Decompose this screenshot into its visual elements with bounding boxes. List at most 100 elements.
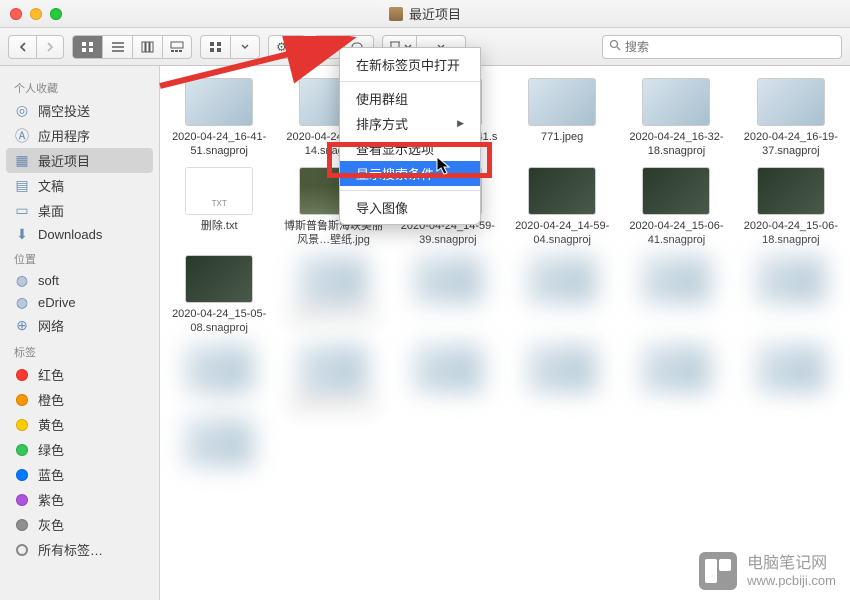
sidebar-item-label: 灰色	[38, 515, 64, 534]
sidebar-header-favorites: 个人收藏	[0, 74, 159, 98]
sidebar-item-docs[interactable]: ▤文稿	[0, 173, 159, 198]
sidebar-tag[interactable]: 红色	[0, 362, 159, 387]
menu-item-label: 使用群组	[356, 89, 408, 108]
file-item[interactable]: 771.jpeg	[507, 78, 617, 159]
group-segment	[200, 35, 260, 59]
sidebar-item-edrive[interactable]: ◍eDrive	[0, 291, 159, 313]
file-item[interactable]: 2020-04-24_14-4	[278, 255, 388, 336]
menu-item[interactable]: 导入图像	[340, 195, 480, 220]
file-item[interactable]: 2020-04-24_16-41-51.snagproj	[164, 78, 274, 159]
file-item[interactable]: 0	[164, 344, 274, 410]
column-view-button[interactable]	[132, 35, 162, 59]
menu-item-label: 显示搜索条件	[356, 164, 434, 183]
sidebar-header-tags: 标签	[0, 338, 159, 362]
sidebar-item-label: 文稿	[38, 176, 64, 195]
file-item[interactable]	[621, 255, 731, 336]
file-item[interactable]	[621, 344, 731, 410]
sidebar-item-label: 隔空投送	[38, 101, 90, 120]
file-thumbnail	[642, 167, 710, 215]
sidebar-tag[interactable]: 灰色	[0, 512, 159, 537]
file-item[interactable]	[164, 418, 274, 470]
tag-dot-icon	[14, 367, 30, 383]
file-item[interactable]: TXT删除.txt	[164, 167, 274, 248]
menu-item[interactable]: 使用群组	[340, 86, 480, 111]
close-icon[interactable]	[10, 8, 22, 20]
watermark: 电脑笔记网 www.pcbiji.com	[699, 552, 836, 590]
sidebar: 个人收藏 ◎隔空投送Ⓐ应用程序▦最近项目▤文稿▭桌面⬇Downloads 位置 …	[0, 66, 160, 600]
file-name-label: 771.jpeg	[541, 130, 583, 144]
sidebar-tag[interactable]: 蓝色	[0, 462, 159, 487]
group-dropdown-button[interactable]	[230, 35, 260, 59]
file-item[interactable]: 2020-04-24_14-59-04.snagproj	[507, 167, 617, 248]
file-item[interactable]: 2020-04-24_16-32-18.snagproj	[621, 78, 731, 159]
gallery-view-button[interactable]	[162, 35, 192, 59]
minimize-icon[interactable]	[30, 8, 42, 20]
search-field[interactable]	[602, 35, 842, 59]
sidebar-item-label: 蓝色	[38, 465, 64, 484]
maximize-icon[interactable]	[50, 8, 62, 20]
file-item[interactable]: 2020-04-24_15-06-18.snagproj	[736, 167, 846, 248]
file-thumbnail	[642, 344, 710, 392]
file-item[interactable]	[393, 255, 503, 336]
title-text: 最近项目	[409, 4, 461, 23]
forward-button[interactable]	[36, 35, 64, 59]
menu-item[interactable]: 显示搜索条件	[340, 161, 480, 186]
watermark-logo-icon	[699, 552, 737, 590]
back-button[interactable]	[8, 35, 36, 59]
file-item[interactable]: 2020-04-24_15-06-41.snagproj	[621, 167, 731, 248]
tag-dot-icon	[14, 417, 30, 433]
file-item[interactable]: 2020-04-24_11-0	[278, 344, 388, 410]
file-item[interactable]: 2020-04-24_15-05-08.snagproj	[164, 255, 274, 336]
watermark-url: www.pcbiji.com	[747, 573, 836, 589]
file-item[interactable]: 2020-04-24_16-19-37.snagproj	[736, 78, 846, 159]
file-thumbnail	[528, 255, 596, 303]
sidebar-item-label: soft	[38, 273, 59, 288]
sidebar-tag[interactable]: 橙色	[0, 387, 159, 412]
file-name-label: 2020-04-24_15-05-08.snagproj	[169, 307, 269, 336]
file-item[interactable]	[736, 255, 846, 336]
file-thumbnail	[757, 78, 825, 126]
sidebar-item-downloads[interactable]: ⬇Downloads	[0, 223, 159, 245]
menu-item[interactable]: 在新标签页中打开	[340, 52, 480, 77]
file-item[interactable]	[736, 344, 846, 410]
file-name-label: 0	[216, 396, 222, 410]
all-tags-icon	[14, 542, 30, 558]
sidebar-item-label: 红色	[38, 365, 64, 384]
sidebar-item-label: 应用程序	[38, 126, 90, 145]
file-thumbnail	[299, 344, 367, 392]
sidebar-item-all-tags[interactable]: 所有标签…	[0, 537, 159, 562]
sidebar-item-网络[interactable]: ⊕网络	[0, 313, 159, 338]
sidebar-item-desktop[interactable]: ▭桌面	[0, 198, 159, 223]
file-thumbnail	[642, 78, 710, 126]
file-item[interactable]	[507, 255, 617, 336]
sidebar-item-apps[interactable]: Ⓐ应用程序	[0, 123, 159, 148]
sidebar-tag[interactable]: 黄色	[0, 412, 159, 437]
sidebar-item-soft[interactable]: ◍soft	[0, 269, 159, 291]
titlebar: 最近项目	[0, 0, 850, 28]
menu-item[interactable]: 查看显示选项	[340, 136, 480, 161]
file-thumbnail	[185, 255, 253, 303]
tag-dot-icon	[14, 442, 30, 458]
list-view-button[interactable]	[102, 35, 132, 59]
file-grid[interactable]: 2020-04-24_16-41-51.snagproj 2020-04-24_1…	[160, 66, 850, 600]
action-gear-button[interactable]: ⚙	[268, 35, 306, 59]
sidebar-item-recents[interactable]: ▦最近项目	[6, 148, 153, 173]
file-name-label: 2020-04-24_11-0	[292, 396, 376, 410]
sidebar-item-label: eDrive	[38, 295, 76, 310]
file-thumbnail	[757, 167, 825, 215]
file-item[interactable]	[393, 344, 503, 410]
file-item[interactable]	[507, 344, 617, 410]
group-button[interactable]	[200, 35, 230, 59]
file-name-label: 2020-04-24_16-32-18.snagproj	[626, 130, 726, 159]
menu-item-label: 在新标签页中打开	[356, 55, 460, 74]
sidebar-tag[interactable]: 紫色	[0, 487, 159, 512]
action-dropdown-menu: 在新标签页中打开使用群组排序方式查看显示选项显示搜索条件导入图像	[339, 47, 481, 225]
sidebar-tag[interactable]: 绿色	[0, 437, 159, 462]
menu-item[interactable]: 排序方式	[340, 111, 480, 136]
sidebar-item-airdrop[interactable]: ◎隔空投送	[0, 98, 159, 123]
sidebar-item-label: 橙色	[38, 390, 64, 409]
icon-view-button[interactable]	[72, 35, 102, 59]
sidebar-item-label: 紫色	[38, 490, 64, 509]
menu-item-label: 导入图像	[356, 198, 408, 217]
search-input[interactable]	[625, 40, 835, 54]
